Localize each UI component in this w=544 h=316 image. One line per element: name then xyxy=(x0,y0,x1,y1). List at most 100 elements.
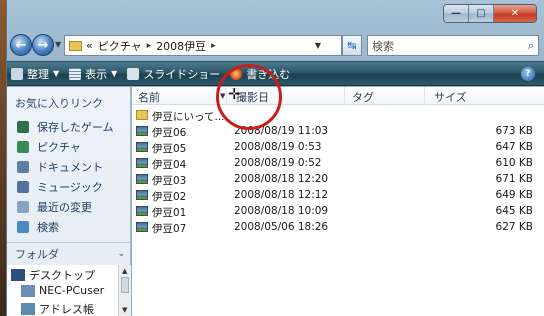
tree-item-desktop[interactable]: デスクトップ xyxy=(11,267,95,283)
views-label: 表示 xyxy=(85,67,108,81)
column-divider[interactable] xyxy=(424,87,425,105)
file-row[interactable]: 伊豆02 2008/08/18 12:12 649 KB xyxy=(132,188,544,204)
folder-icon xyxy=(136,110,148,120)
back-arrow-icon: ← xyxy=(15,37,27,53)
search-icon[interactable]: ⌕ xyxy=(528,39,534,53)
title-bar[interactable]: — □ ✕ xyxy=(7,0,544,30)
image-file-icon xyxy=(136,158,148,168)
file-row[interactable]: 伊豆04 2008/08/19 0:52 610 KB xyxy=(132,156,544,172)
file-size: 671 KB xyxy=(495,173,533,185)
file-name: 伊豆03 xyxy=(152,175,187,187)
close-button[interactable]: ✕ xyxy=(494,5,536,22)
recent-pages-dropdown[interactable]: ▼ xyxy=(55,40,61,49)
forward-arrow-icon: → xyxy=(37,37,49,53)
documents-icon xyxy=(17,161,29,173)
sidebar-item-label: 保存したゲーム xyxy=(37,121,114,134)
folders-header[interactable]: フォルダ ⌄ xyxy=(7,242,131,264)
tree-item-label: アドレス帳 xyxy=(39,303,94,316)
back-button[interactable]: ← xyxy=(10,34,32,56)
column-header-tags[interactable]: タグ xyxy=(352,89,374,105)
file-name: 伊豆02 xyxy=(152,191,187,203)
tree-item-label: デスクトップ xyxy=(29,269,95,282)
image-file-icon xyxy=(136,206,148,216)
organize-label: 整理 xyxy=(27,67,49,81)
chevron-right-icon[interactable]: ▸ xyxy=(211,41,216,51)
chevron-down-icon: ⌄ xyxy=(117,248,125,259)
image-file-icon xyxy=(136,222,148,232)
breadcrumb-pictures[interactable]: ピクチャ xyxy=(98,38,142,54)
pictures-icon xyxy=(17,141,29,153)
scroll-down-icon[interactable]: ▼ xyxy=(122,306,127,314)
forward-button[interactable]: → xyxy=(32,34,54,56)
saved-games-icon xyxy=(17,121,29,133)
views-button[interactable]: 表示 ▼ xyxy=(69,66,117,82)
slideshow-button[interactable]: スライドショー xyxy=(127,66,220,82)
file-row[interactable]: 伊豆03 2008/08/18 12:20 671 KB xyxy=(132,172,544,188)
breadcrumb-current-folder[interactable]: 2008伊豆 xyxy=(156,38,206,54)
file-size: 649 KB xyxy=(495,189,533,201)
file-row[interactable]: 伊豆06 2008/08/19 11:03 673 KB xyxy=(132,124,544,140)
file-row[interactable]: 伊豆05 2008/08/19 0:53 647 KB xyxy=(132,140,544,156)
column-header-row: 名前 撮影日 タグ サイズ xyxy=(132,87,544,105)
sidebar-item-recent-changes[interactable]: 最近の変更 xyxy=(17,199,92,215)
sidebar-item-music[interactable]: ミュージック xyxy=(17,179,103,195)
file-row[interactable]: 伊豆にいって... xyxy=(132,108,544,124)
maximize-icon: □ xyxy=(476,8,486,19)
file-date: 2008/08/18 12:20 xyxy=(234,173,329,185)
file-name: 伊豆01 xyxy=(152,207,187,219)
caption-buttons: — □ ✕ xyxy=(443,4,537,23)
scroll-thumb[interactable] xyxy=(121,277,129,293)
recent-changes-icon xyxy=(17,201,29,213)
search-placeholder: 検索 xyxy=(372,39,394,53)
navigation-pane: お気に入りリンク 保存したゲーム ピクチャ ドキュメント ミュージック 最近の変… xyxy=(7,87,131,316)
image-file-icon xyxy=(136,126,148,136)
file-row[interactable]: 伊豆01 2008/08/18 10:09 645 KB xyxy=(132,204,544,220)
address-bar[interactable]: « ピクチャ ▸ 2008伊豆 ▸ ▼ xyxy=(64,35,342,56)
organize-button[interactable]: 整理 ▼ xyxy=(11,66,59,82)
file-size: 627 KB xyxy=(495,221,533,233)
file-date: 2008/08/18 12:12 xyxy=(234,189,329,201)
folder-tree: デスクトップ NEC-PCuser アドレス帳 ▲ ▼ xyxy=(7,265,131,316)
slideshow-label: スライドショー xyxy=(143,67,221,81)
tree-item-label: NEC-PCuser xyxy=(39,284,105,297)
address-dropdown-icon[interactable]: ▼ xyxy=(315,41,321,50)
tree-item-address-book[interactable]: アドレス帳 xyxy=(21,301,94,316)
file-date: 2008/08/19 0:52 xyxy=(234,157,322,169)
tree-vertical-scrollbar[interactable]: ▲ ▼ xyxy=(118,265,131,316)
file-date: 2008/08/19 0:53 xyxy=(234,141,322,153)
column-header-size[interactable]: サイズ xyxy=(434,89,467,105)
tree-item-user[interactable]: NEC-PCuser xyxy=(21,284,104,297)
minimize-icon: — xyxy=(451,8,461,19)
sidebar-item-pictures[interactable]: ピクチャ xyxy=(17,139,81,155)
file-size: 647 KB xyxy=(495,141,533,153)
search-folder-icon xyxy=(17,221,29,233)
file-name: 伊豆05 xyxy=(152,143,187,155)
desktop-icon xyxy=(11,269,25,281)
sidebar-item-search[interactable]: 検索 xyxy=(17,219,59,235)
file-row[interactable]: 伊豆07 2008/05/06 18:26 627 KB xyxy=(132,220,544,236)
sidebar-item-label: ミュージック xyxy=(37,181,103,194)
file-name: 伊豆07 xyxy=(152,223,187,235)
column-divider[interactable] xyxy=(344,87,345,105)
breadcrumb-overflow[interactable]: « xyxy=(86,39,93,52)
user-folder-icon xyxy=(21,284,35,297)
file-name: 伊豆04 xyxy=(152,159,187,171)
minimize-button[interactable]: — xyxy=(444,5,469,22)
folder-icon xyxy=(69,40,82,51)
chevron-right-icon[interactable]: ▸ xyxy=(147,41,152,51)
folders-label: フォルダ xyxy=(15,247,59,261)
column-header-name[interactable]: 名前 xyxy=(138,89,160,105)
refresh-button[interactable]: ↹ xyxy=(342,35,362,56)
explorer-window: — □ ✕ ← → ▼ « ピクチャ ▸ 2008伊豆 ▸ ▼ ↹ 検索 ⌕ 整… xyxy=(6,0,544,316)
help-icon[interactable]: ? xyxy=(521,67,535,81)
file-name: 伊豆にいって... xyxy=(152,111,225,123)
file-name: 伊豆06 xyxy=(152,127,187,139)
search-input[interactable]: 検索 ⌕ xyxy=(367,35,539,56)
file-size: 645 KB xyxy=(495,205,533,217)
image-file-icon xyxy=(136,174,148,184)
sidebar-item-documents[interactable]: ドキュメント xyxy=(17,159,103,175)
sidebar-item-saved-games[interactable]: 保存したゲーム xyxy=(17,119,114,135)
refresh-icon: ↹ xyxy=(347,39,357,52)
maximize-button[interactable]: □ xyxy=(469,5,494,22)
scroll-up-icon[interactable]: ▲ xyxy=(122,267,127,275)
